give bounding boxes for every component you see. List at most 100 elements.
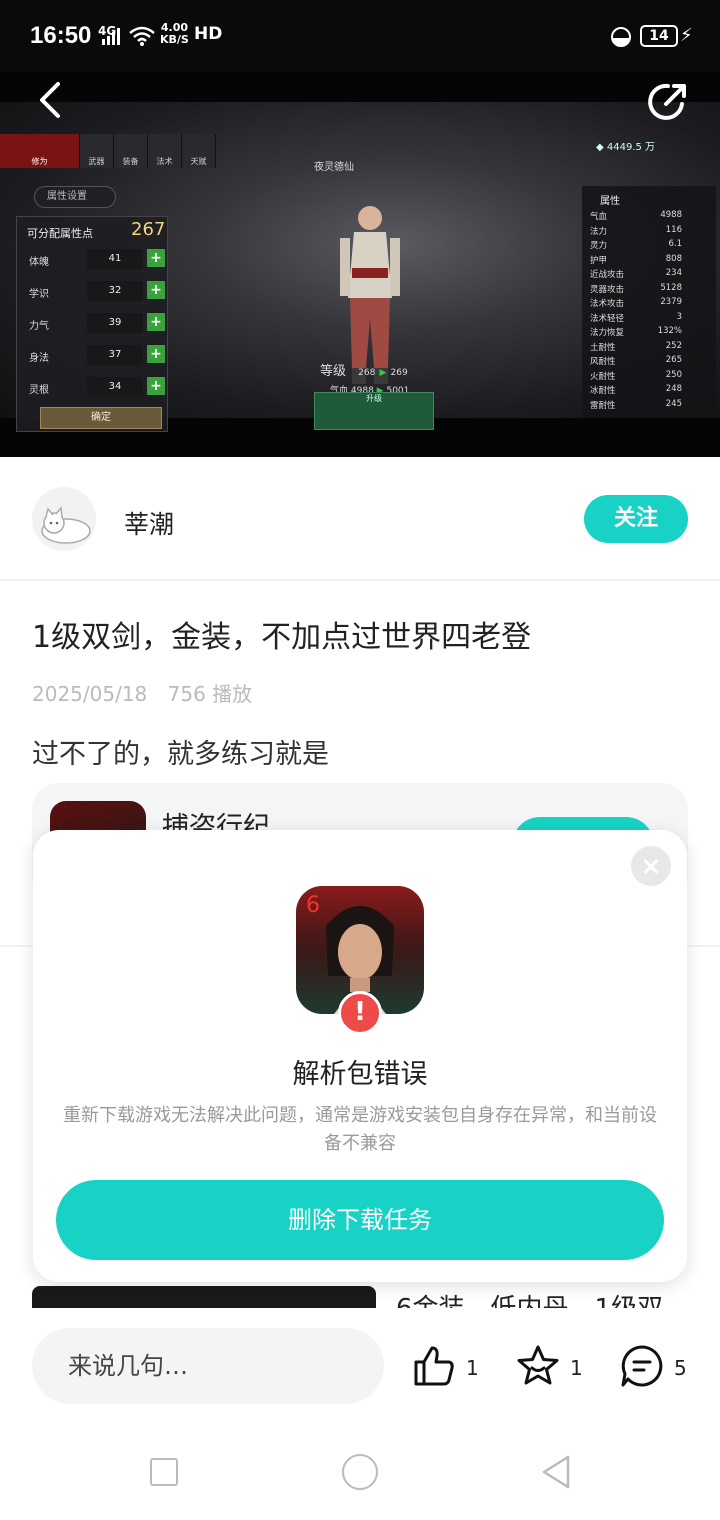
attribute-value: 37 [87,345,143,365]
stat-value: 234 [665,268,682,278]
stat-value: 250 [665,369,682,380]
video-player[interactable]: 修为 武器 装备 法术 天赋 属性设置 可分配属性点 267 体魄 41 + 学… [0,72,720,457]
stat-name: 风耐性 [590,357,616,367]
stat-row: 风耐性 265 [590,355,710,369]
delete-download-button[interactable]: 删除下载任务 [56,1180,664,1260]
action-bar: 来说几句… 1 1 5 [0,1308,720,1428]
wifi-icon [129,26,155,46]
level-row: 等级 268 ▶ 269 [320,360,408,379]
stat-row: 火耐性 250 [590,370,710,384]
game-tab: 修为 [0,134,80,168]
follow-button[interactable]: 关注 [584,495,688,543]
level-label: 等级 [320,364,347,379]
hd-indicator: HD [194,24,223,44]
share-icon[interactable] [644,78,692,126]
stat-name: 灵器攻击 [590,284,625,295]
related-video-item[interactable]: 6金装，低内丹，1级双 [32,1286,688,1310]
plus-icon: + [147,281,165,299]
recent-apps-icon[interactable] [150,1458,178,1486]
attribute-row: 身法 37 + [29,345,165,367]
points-label: 可分配属性点 [27,227,93,240]
system-nav-bar [0,1428,720,1520]
upgrade-label: 升级 [366,394,382,403]
post-description: 过不了的，就多练习就是 [32,739,329,770]
network-speed: 4.00 KB/S [160,22,189,46]
stat-row: 灵力 6.1 [590,239,710,253]
stat-row: 护甲 808 [590,254,710,268]
author-name[interactable]: 莘潮 [124,505,174,541]
stat-value: 248 [665,384,682,394]
level-to: 269 [390,368,408,378]
stat-row: 雷耐性 245 [590,399,710,413]
related-video-thumbnail [32,1286,376,1310]
stat-value: 3 [676,311,682,322]
stat-value: 6.1 [668,239,682,249]
stat-name: 近战攻击 [590,270,625,280]
home-icon[interactable] [342,1454,378,1490]
status-time: 16:50 [30,22,92,49]
dialog-title: 解析包错误 [292,1059,428,1090]
stat-row: 冰耐性 248 [590,384,710,398]
stat-name: 火耐性 [590,371,616,382]
post-date: 2025/05/18 [32,682,148,706]
stat-row: 法术轻径 3 [590,312,710,326]
avatar[interactable] [32,487,96,551]
warning-icon: ! [338,991,382,1035]
attribute-name: 身法 [29,353,49,364]
attribute-setting-pill: 属性设置 [34,186,116,208]
stat-row: 法力恢复 132% [590,326,710,340]
plus-icon: + [147,377,165,395]
stat-row: 法力 116 [590,225,710,239]
like-count: 1 [466,1356,479,1380]
post-title: 1级双剑，金装，不加点过世界四老登 [32,620,532,655]
gem-count: ◆ 4449.5 万 [596,138,655,153]
stat-row: 土耐性 252 [590,341,710,355]
stat-value: 2379 [660,297,682,307]
points-value: 267 [131,219,166,240]
game-screenshot: 修为 武器 装备 法术 天赋 属性设置 可分配属性点 267 体魄 41 + 学… [0,102,720,432]
related-video-title: 6金装，低内丹，1级双 [396,1294,664,1310]
stat-name: 法术轻径 [590,313,625,324]
status-bar: 16:50 4G 4.00 KB/S HD 14 ⚡ [0,0,720,72]
stat-value: 808 [665,253,682,264]
stat-value: 5128 [660,282,682,293]
nav-back-icon[interactable] [540,1454,572,1490]
dialog-message: 重新下载游戏无法解决此问题，通常是游戏安装包自身存在异常，和当前设备不兼容 [63,1105,657,1154]
attribute-name: 体魄 [29,257,49,268]
attribute-name: 灵根 [29,385,49,396]
post-meta: 2025/05/18 756 播放 [32,678,266,707]
stat-row: 灵器攻击 5128 [590,283,710,297]
gem-icon: ◆ [596,142,607,153]
attribute-value: 39 [87,313,143,333]
cat-avatar-icon [41,506,91,544]
stats-panel: 属性 气血 4988 法力 116 灵力 6.1 护甲 808 近战攻击 234 灵器攻击 5128 法… [582,186,716,418]
chat-bubble-icon [621,1345,663,1387]
stat-value: 245 [665,398,682,409]
svg-text:6: 6 [306,893,320,918]
battery-icon: 14 [640,25,678,47]
favorite-count: 1 [570,1356,583,1380]
stat-name: 灵力 [590,241,608,251]
game-upgrade-panel: 升级 [314,392,434,430]
stat-name: 法力恢复 [590,328,625,338]
post-plays: 756 播放 [167,682,253,706]
close-icon[interactable] [631,846,671,886]
moon-icon [611,27,631,47]
attribute-name: 学识 [29,289,49,300]
attribute-value: 41 [87,249,143,269]
stats-title: 属性 [600,196,620,207]
back-arrow-icon[interactable] [30,78,70,122]
stat-row: 法术攻击 2379 [590,297,710,311]
charging-icon: ⚡ [680,25,693,46]
gem-value: 4449.5 万 [606,142,656,153]
stat-name: 土耐性 [590,342,616,353]
attribute-row: 灵根 34 + [29,377,165,399]
comment-input[interactable]: 来说几句… [32,1328,384,1404]
attribute-row: 学识 32 + [29,281,165,303]
stat-name: 护甲 [590,255,608,266]
speed-unit: KB/S [160,33,189,46]
attribute-value: 34 [87,377,143,397]
stat-name: 冰耐性 [590,386,616,396]
game-tabs: 修为 武器 装备 法术 天赋 [0,134,216,168]
game-tab: 天赋 [182,134,216,168]
